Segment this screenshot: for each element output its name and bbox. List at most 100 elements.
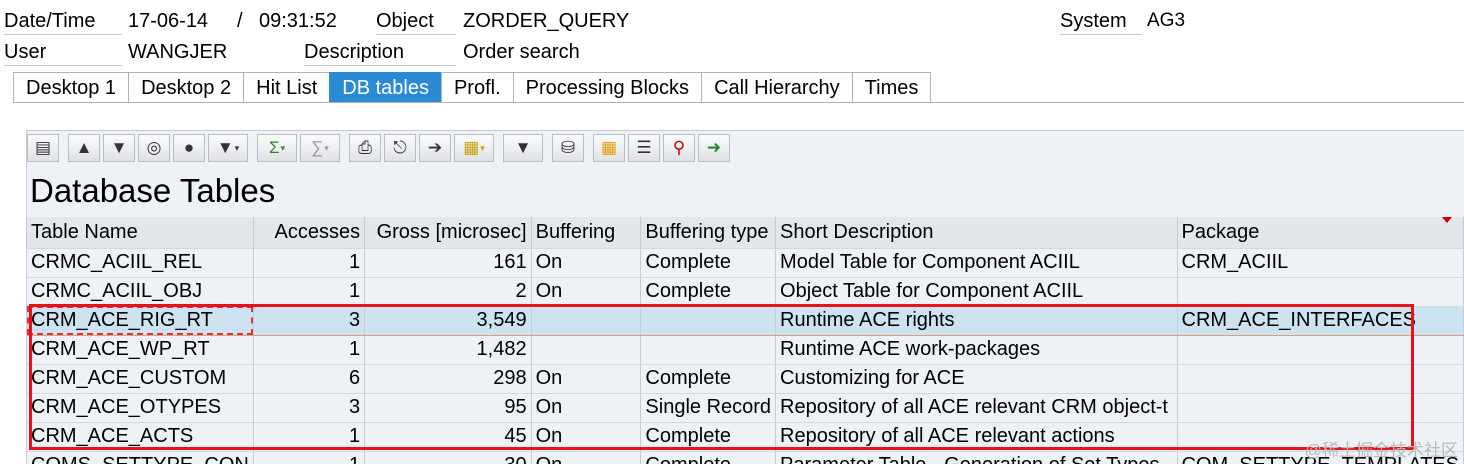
col-accesses[interactable]: Accesses xyxy=(253,217,366,249)
cell-package[interactable]: CRM_ACIIL xyxy=(1177,248,1464,278)
cell-buffering[interactable]: On xyxy=(531,248,642,278)
table-row[interactable]: CRM_ACE_CUSTOM 6 298 On Complete Customi… xyxy=(27,364,1464,394)
sort-descending-icon[interactable]: ▼ xyxy=(103,134,135,162)
export-icon[interactable]: ➔ xyxy=(419,134,451,162)
system-value: AG3 xyxy=(1147,10,1186,31)
tab-call-hierarchy[interactable]: Call Hierarchy xyxy=(701,72,852,103)
print-icon[interactable]: ⎙ xyxy=(349,134,381,162)
cell-gross[interactable]: 30 xyxy=(364,451,532,464)
navigate-icon[interactable]: ➜ xyxy=(698,134,730,162)
cell-accesses[interactable]: 3 xyxy=(253,393,366,423)
cell-package[interactable] xyxy=(1177,277,1464,307)
cell-table-name[interactable]: CRMC_ACIIL_REL xyxy=(27,248,254,278)
cell-short-description[interactable]: Object Table for Component ACIIL xyxy=(775,277,1178,307)
list-icon[interactable]: ☰ xyxy=(628,134,660,162)
layout-icon[interactable]: ▦ ▾ xyxy=(454,134,494,162)
cell-short-description[interactable]: Runtime ACE rights xyxy=(775,305,1178,336)
cell-table-name[interactable]: COMS_SETTYPE_CON xyxy=(27,451,254,464)
search-list-icon[interactable]: ⚲ xyxy=(663,134,695,162)
cell-buffering-type[interactable]: Complete xyxy=(640,364,777,394)
cell-buffering-type[interactable]: Complete xyxy=(640,422,777,452)
cell-package[interactable]: CRM_ACE_INTERFACES xyxy=(1177,305,1464,336)
cell-table-name[interactable]: CRM_ACE_RIG_RT xyxy=(27,305,254,336)
sum-icon[interactable]: Σ ▾ xyxy=(257,134,297,162)
cell-buffering[interactable]: On xyxy=(531,277,642,307)
cell-short-description[interactable]: Repository of all ACE relevant actions xyxy=(775,422,1178,452)
cell-accesses[interactable]: 1 xyxy=(253,248,366,278)
datetime-label: Date/Time xyxy=(4,8,122,35)
cell-gross[interactable]: 95 xyxy=(364,393,532,423)
cell-short-description[interactable]: Runtime ACE work-packages xyxy=(775,335,1178,365)
col-buffering[interactable]: Buffering xyxy=(531,217,642,249)
cell-accesses[interactable]: 3 xyxy=(253,305,366,336)
cell-table-name[interactable]: CRM_ACE_ACTS xyxy=(27,422,254,452)
cell-buffering[interactable]: On xyxy=(531,393,642,423)
col-buffering-type[interactable]: Buffering type xyxy=(640,217,777,249)
cell-gross[interactable]: 1,482 xyxy=(364,335,532,365)
table-row[interactable]: CRMC_ACIIL_REL 1 161 On Complete Model T… xyxy=(27,248,1464,278)
cell-gross[interactable]: 161 xyxy=(364,248,532,278)
col-gross[interactable]: Gross [microsec] xyxy=(364,217,532,249)
cell-accesses[interactable]: 1 xyxy=(253,451,366,464)
col-short-description[interactable]: Short Description xyxy=(775,217,1178,249)
table-row[interactable]: CRM_ACE_OTYPES 3 95 On Single Record Rep… xyxy=(27,393,1464,423)
find-next-icon[interactable]: ● xyxy=(173,134,205,162)
cell-buffering-type[interactable]: Complete xyxy=(640,277,777,307)
cell-gross[interactable]: 45 xyxy=(364,422,532,452)
table-row-selected[interactable]: CRM_ACE_RIG_RT 3 3,549 Runtime ACE right… xyxy=(27,305,1464,336)
tab-desktop-1[interactable]: Desktop 1 xyxy=(13,72,129,103)
cell-short-description[interactable]: Repository of all ACE relevant CRM objec… xyxy=(775,393,1178,423)
cell-table-name[interactable]: CRM_ACE_OTYPES xyxy=(27,393,254,423)
details-icon[interactable]: ▤ xyxy=(27,134,59,162)
cell-buffering[interactable] xyxy=(531,305,642,336)
cell-gross[interactable]: 2 xyxy=(364,277,532,307)
tab-times[interactable]: Times xyxy=(851,72,932,103)
cell-buffering[interactable]: On xyxy=(531,364,642,394)
cell-table-name[interactable]: CRMC_ACIIL_OBJ xyxy=(27,277,254,307)
cell-table-name[interactable]: CRM_ACE_WP_RT xyxy=(27,335,254,365)
tab-db-tables[interactable]: DB tables xyxy=(329,72,441,103)
tab-hit-list[interactable]: Hit List xyxy=(243,72,330,103)
print-preview-icon[interactable]: ⎋ xyxy=(384,134,416,162)
cell-package[interactable] xyxy=(1177,335,1464,365)
cell-package[interactable] xyxy=(1177,364,1464,394)
cell-accesses[interactable]: 6 xyxy=(253,364,366,394)
tab-desktop-2[interactable]: Desktop 2 xyxy=(128,72,244,103)
cell-buffering-type[interactable]: Complete xyxy=(640,248,777,278)
database-icon[interactable]: ⛁ xyxy=(552,134,584,162)
table-icon[interactable]: ▦ xyxy=(593,134,625,162)
cell-buffering[interactable] xyxy=(531,335,642,365)
col-table-name[interactable]: Table Name xyxy=(27,217,254,249)
cell-package[interactable] xyxy=(1177,393,1464,423)
subtotal-icon[interactable]: ∑ ▾ xyxy=(300,134,340,162)
table-row[interactable]: CRM_ACE_ACTS 1 45 On Complete Repository… xyxy=(27,422,1464,452)
sort-ascending-icon[interactable]: ▲ xyxy=(68,134,100,162)
find-icon[interactable]: ◎ xyxy=(138,134,170,162)
cell-short-description[interactable]: Parameter Table - Generation of Set Type… xyxy=(775,451,1178,464)
db-tables-panel: ▤ ▲ ▼ ◎ ● ▼ ▾ Σ ▾ ∑ ▾ ⎙ ⎋ ➔ ▦ ▾ ▼ ⛁ ▦ ☰ ⚲ ➜ … xyxy=(26,130,1464,464)
cell-buffering-type[interactable]: Single Record xyxy=(640,393,777,423)
cell-gross[interactable]: 3,549 xyxy=(364,305,532,336)
cell-buffering[interactable]: On xyxy=(531,422,642,452)
cell-buffering-type[interactable]: Complete xyxy=(640,451,777,464)
cell-buffering-type[interactable] xyxy=(640,335,777,365)
cell-short-description[interactable]: Model Table for Component ACIIL xyxy=(775,248,1178,278)
cell-gross[interactable]: 298 xyxy=(364,364,532,394)
cell-accesses[interactable]: 1 xyxy=(253,335,366,365)
filter-icon[interactable]: ▼ ▾ xyxy=(208,134,248,162)
cell-short-description[interactable]: Customizing for ACE xyxy=(775,364,1178,394)
table-row[interactable]: COMS_SETTYPE_CON 1 30 On Complete Parame… xyxy=(27,451,1464,464)
date-time-separator: / xyxy=(237,10,243,32)
table-row[interactable]: CRM_ACE_WP_RT 1 1,482 Runtime ACE work-p… xyxy=(27,335,1464,365)
collapse-icon[interactable]: ▼ xyxy=(503,134,543,162)
cell-buffering[interactable]: On xyxy=(531,451,642,464)
table-row[interactable]: CRMC_ACIIL_OBJ 1 2 On Complete Object Ta… xyxy=(27,277,1464,307)
tab-profl[interactable]: Profl. xyxy=(440,72,513,103)
cell-buffering-type[interactable] xyxy=(640,305,777,336)
watermark-text: @稀土掘金技术社区 xyxy=(1304,441,1458,460)
cell-accesses[interactable]: 1 xyxy=(253,277,366,307)
cell-accesses[interactable]: 1 xyxy=(253,422,366,452)
col-package[interactable]: Package xyxy=(1177,217,1464,249)
tab-processing-blocks[interactable]: Processing Blocks xyxy=(512,72,702,103)
cell-table-name[interactable]: CRM_ACE_CUSTOM xyxy=(27,364,254,394)
